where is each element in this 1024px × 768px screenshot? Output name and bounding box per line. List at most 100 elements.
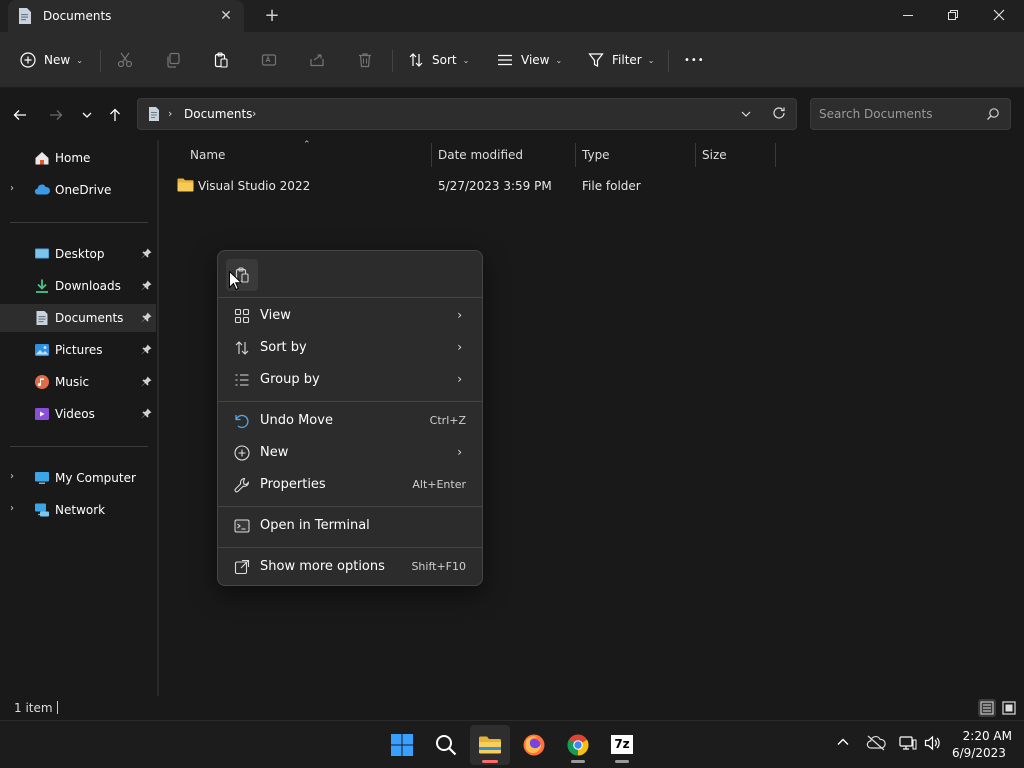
table-row[interactable]: Visual Studio 2022 5/27/2023 3:59 PM Fil… bbox=[175, 173, 995, 199]
sort-button[interactable]: Sort ⌄ bbox=[408, 44, 469, 76]
menu-item-undo-move[interactable]: Undo Move Ctrl+Z bbox=[224, 406, 476, 436]
sidebar-item-label: Home bbox=[55, 151, 91, 165]
tiles-view-icon[interactable] bbox=[1000, 699, 1018, 717]
menu-item-shortcut: Alt+Enter bbox=[412, 478, 466, 491]
column-resize-handle[interactable] bbox=[575, 143, 576, 167]
search-icon[interactable] bbox=[986, 107, 1000, 121]
sidebar-item-downloads[interactable]: Downloads bbox=[0, 272, 156, 300]
address-bar[interactable]: › Documents › bbox=[137, 98, 797, 130]
copy-button[interactable] bbox=[165, 44, 181, 76]
undo-icon bbox=[235, 414, 249, 429]
external-link-icon bbox=[234, 559, 250, 575]
taskbar-firefox[interactable] bbox=[514, 725, 554, 765]
chevron-down-icon: ⌄ bbox=[462, 55, 470, 65]
taskbar-7-zip[interactable]: 7z bbox=[602, 725, 642, 765]
chevron-down-icon: ⌄ bbox=[555, 55, 563, 65]
sidebar-item-home[interactable]: Home bbox=[0, 144, 156, 172]
search-taskbar-button[interactable] bbox=[426, 725, 466, 765]
column-resize-handle[interactable] bbox=[431, 143, 432, 167]
pin-icon[interactable] bbox=[141, 280, 152, 291]
document-icon bbox=[36, 311, 48, 325]
new-tab-button[interactable]: + bbox=[262, 6, 282, 26]
new-button[interactable]: New ⌄ bbox=[20, 44, 83, 76]
refresh-button[interactable] bbox=[772, 106, 786, 123]
document-icon bbox=[19, 8, 31, 24]
folder-icon bbox=[177, 178, 194, 192]
pin-icon[interactable] bbox=[141, 408, 152, 419]
address-history-button[interactable] bbox=[740, 105, 752, 123]
firefox-icon bbox=[523, 734, 545, 756]
breadcrumb-documents[interactable]: Documents bbox=[184, 107, 252, 121]
delete-button[interactable] bbox=[357, 44, 373, 76]
item-count: 1 item bbox=[14, 701, 53, 715]
more-options-button[interactable]: ••• bbox=[684, 44, 705, 76]
menu-separator bbox=[218, 401, 482, 402]
details-view-icon[interactable] bbox=[978, 699, 996, 717]
menu-item-view[interactable]: View › bbox=[224, 301, 476, 331]
chevron-down-icon: ⌄ bbox=[647, 55, 655, 65]
search-input[interactable] bbox=[819, 106, 979, 122]
column-header-size[interactable]: Size bbox=[702, 148, 727, 162]
copy-icon bbox=[167, 52, 180, 68]
tab-documents[interactable]: Documents ✕ bbox=[8, 0, 244, 32]
pin-icon[interactable] bbox=[141, 312, 152, 323]
sidebar-item-network[interactable]: › Network bbox=[0, 496, 156, 524]
back-button[interactable] bbox=[9, 104, 31, 126]
close-window-button[interactable] bbox=[976, 0, 1022, 30]
column-header-date-modified[interactable]: Date modified bbox=[438, 148, 523, 162]
expand-chevron-icon[interactable]: › bbox=[10, 471, 14, 482]
volume-icon[interactable] bbox=[924, 735, 942, 751]
pin-icon[interactable] bbox=[141, 248, 152, 259]
onedrive-offline-icon[interactable] bbox=[866, 735, 886, 751]
menu-item-label: Sort by bbox=[260, 340, 307, 355]
pin-icon[interactable] bbox=[141, 344, 152, 355]
sidebar-item-videos[interactable]: Videos bbox=[0, 400, 156, 428]
column-header-name[interactable]: Name bbox=[190, 148, 225, 162]
taskbar-chrome[interactable] bbox=[558, 725, 598, 765]
menu-item-new[interactable]: New › bbox=[224, 438, 476, 468]
file-name[interactable]: Visual Studio 2022 bbox=[198, 179, 310, 193]
close-tab-icon[interactable]: ✕ bbox=[216, 6, 236, 26]
sidebar-item-pictures[interactable]: Pictures bbox=[0, 336, 156, 364]
network-status-icon[interactable] bbox=[899, 735, 917, 751]
menu-item-group-by[interactable]: Group by › bbox=[224, 365, 476, 395]
expand-chevron-icon[interactable]: › bbox=[10, 503, 14, 514]
taskbar-file-explorer[interactable] bbox=[470, 725, 510, 765]
sidebar-item-onedrive[interactable]: › OneDrive bbox=[0, 176, 156, 204]
menu-item-show-more-options[interactable]: Show more options Shift+F10 bbox=[224, 552, 476, 582]
filter-button[interactable]: Filter ⌄ bbox=[588, 44, 654, 76]
show-hidden-icons-chevron-icon[interactable] bbox=[836, 735, 850, 749]
expand-chevron-icon[interactable]: › bbox=[10, 183, 14, 194]
clock-time[interactable]: 2:20 AM bbox=[952, 729, 1012, 743]
restore-button[interactable] bbox=[930, 0, 976, 30]
context-menu: View › Sort by › Group by › Undo Move Ct… bbox=[217, 250, 483, 586]
recent-locations-button[interactable] bbox=[76, 104, 98, 126]
sidebar-item-music[interactable]: Music bbox=[0, 368, 156, 396]
search-box[interactable] bbox=[810, 98, 1011, 130]
sidebar-item-desktop[interactable]: Desktop bbox=[0, 240, 156, 268]
download-icon bbox=[36, 279, 48, 293]
rename-button[interactable] bbox=[261, 44, 277, 76]
mouse-cursor-icon bbox=[229, 271, 241, 290]
forward-button[interactable] bbox=[45, 104, 67, 126]
breadcrumb-chevron-icon[interactable]: › bbox=[168, 107, 172, 120]
column-resize-handle[interactable] bbox=[695, 143, 696, 167]
up-button[interactable] bbox=[104, 104, 126, 126]
cloud-icon bbox=[34, 184, 50, 195]
paste-button[interactable] bbox=[213, 44, 229, 76]
column-header-type[interactable]: Type bbox=[582, 148, 610, 162]
minimize-button[interactable] bbox=[885, 0, 931, 30]
menu-item-sort-by[interactable]: Sort by › bbox=[224, 333, 476, 363]
view-button[interactable]: View ⌄ bbox=[497, 44, 562, 76]
cut-button[interactable] bbox=[117, 44, 133, 76]
breadcrumb-chevron-icon[interactable]: › bbox=[252, 107, 256, 120]
menu-item-properties[interactable]: Properties Alt+Enter bbox=[224, 470, 476, 500]
sidebar-item-my-computer[interactable]: › My Computer bbox=[0, 464, 156, 492]
start-button[interactable] bbox=[382, 725, 422, 765]
clock-date[interactable]: 6/9/2023 bbox=[952, 746, 1006, 760]
column-resize-handle[interactable] bbox=[775, 143, 776, 167]
menu-item-open-in-terminal[interactable]: Open in Terminal bbox=[224, 511, 476, 541]
sidebar-item-documents[interactable]: Documents bbox=[0, 304, 156, 332]
share-button[interactable] bbox=[309, 44, 325, 76]
pin-icon[interactable] bbox=[141, 376, 152, 387]
